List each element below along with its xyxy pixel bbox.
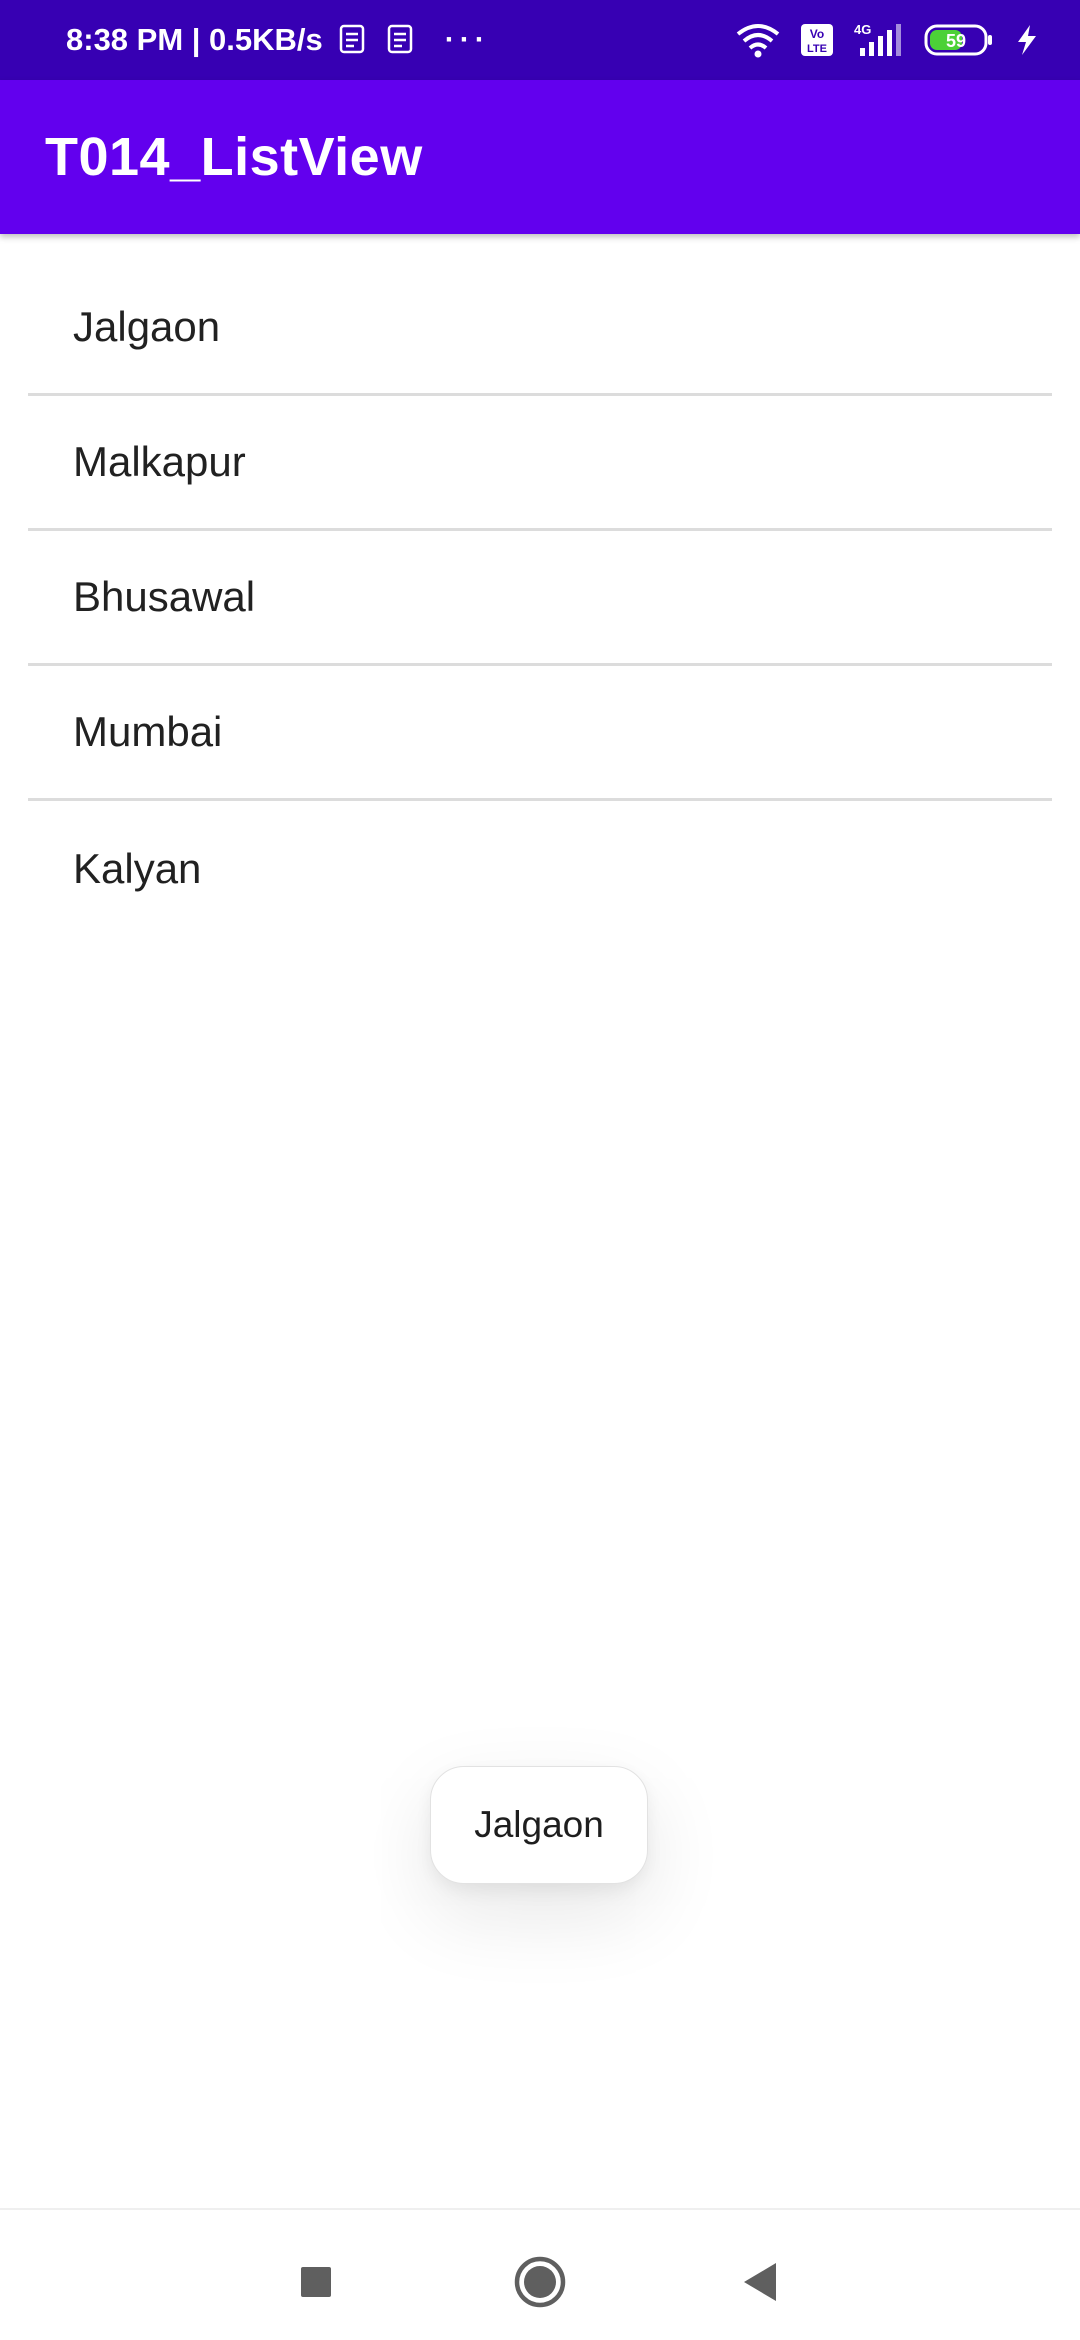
status-bar: 8:38 PM | 0.5KB/s ··· Vo LTE 4G 59	[0, 0, 1080, 80]
volte-icon: Vo LTE	[800, 23, 834, 57]
more-notifications-indicator: ···	[444, 23, 490, 56]
screen: 8:38 PM | 0.5KB/s ··· Vo LTE 4G 59 T014_…	[0, 0, 1080, 2340]
status-right: Vo LTE 4G 59	[734, 22, 1042, 58]
home-icon	[513, 2255, 567, 2309]
battery-level: 59	[946, 31, 966, 51]
list-item-label: Bhusawal	[73, 573, 256, 620]
charging-icon	[1012, 23, 1042, 57]
home-button[interactable]	[508, 2250, 572, 2314]
list-item-mumbai[interactable]: Mumbai	[28, 666, 1052, 801]
list-item-label: Mumbai	[73, 708, 223, 755]
signal-icon: 4G	[852, 22, 906, 58]
list-item-bhusawal[interactable]: Bhusawal	[28, 531, 1052, 666]
recent-apps-icon	[299, 2265, 333, 2299]
volte-line2: LTE	[807, 43, 827, 55]
battery-icon: 59	[924, 23, 994, 57]
list-item-malkapur[interactable]: Malkapur	[28, 396, 1052, 531]
list-item-label: Kalyan	[73, 844, 202, 892]
list-item-kalyan[interactable]: Kalyan	[28, 801, 1052, 936]
volte-line1: Vo	[810, 27, 824, 41]
status-time-speed: 8:38 PM | 0.5KB/s	[66, 22, 323, 57]
notification-icon	[385, 23, 419, 57]
notification-icon	[337, 23, 371, 57]
navigation-bar	[0, 2208, 1080, 2340]
back-button[interactable]	[728, 2250, 792, 2314]
recent-apps-button[interactable]	[284, 2250, 348, 2314]
wifi-icon	[734, 22, 782, 58]
toast-message: Jalgaon	[430, 1766, 648, 1884]
list-item-label: Malkapur	[73, 438, 246, 485]
list-item-label: Jalgaon	[73, 303, 221, 350]
toast-text: Jalgaon	[474, 1804, 604, 1845]
app-title: T014_ListView	[45, 127, 423, 187]
city-list[interactable]: Jalgaon Malkapur Bhusawal Mumbai Kalyan	[28, 261, 1052, 936]
list-item-jalgaon[interactable]: Jalgaon	[28, 261, 1052, 396]
app-bar: T014_ListView	[0, 80, 1080, 234]
status-left: 8:38 PM | 0.5KB/s ···	[66, 22, 490, 58]
network-type-label: 4G	[854, 22, 871, 37]
back-icon	[740, 2261, 780, 2303]
